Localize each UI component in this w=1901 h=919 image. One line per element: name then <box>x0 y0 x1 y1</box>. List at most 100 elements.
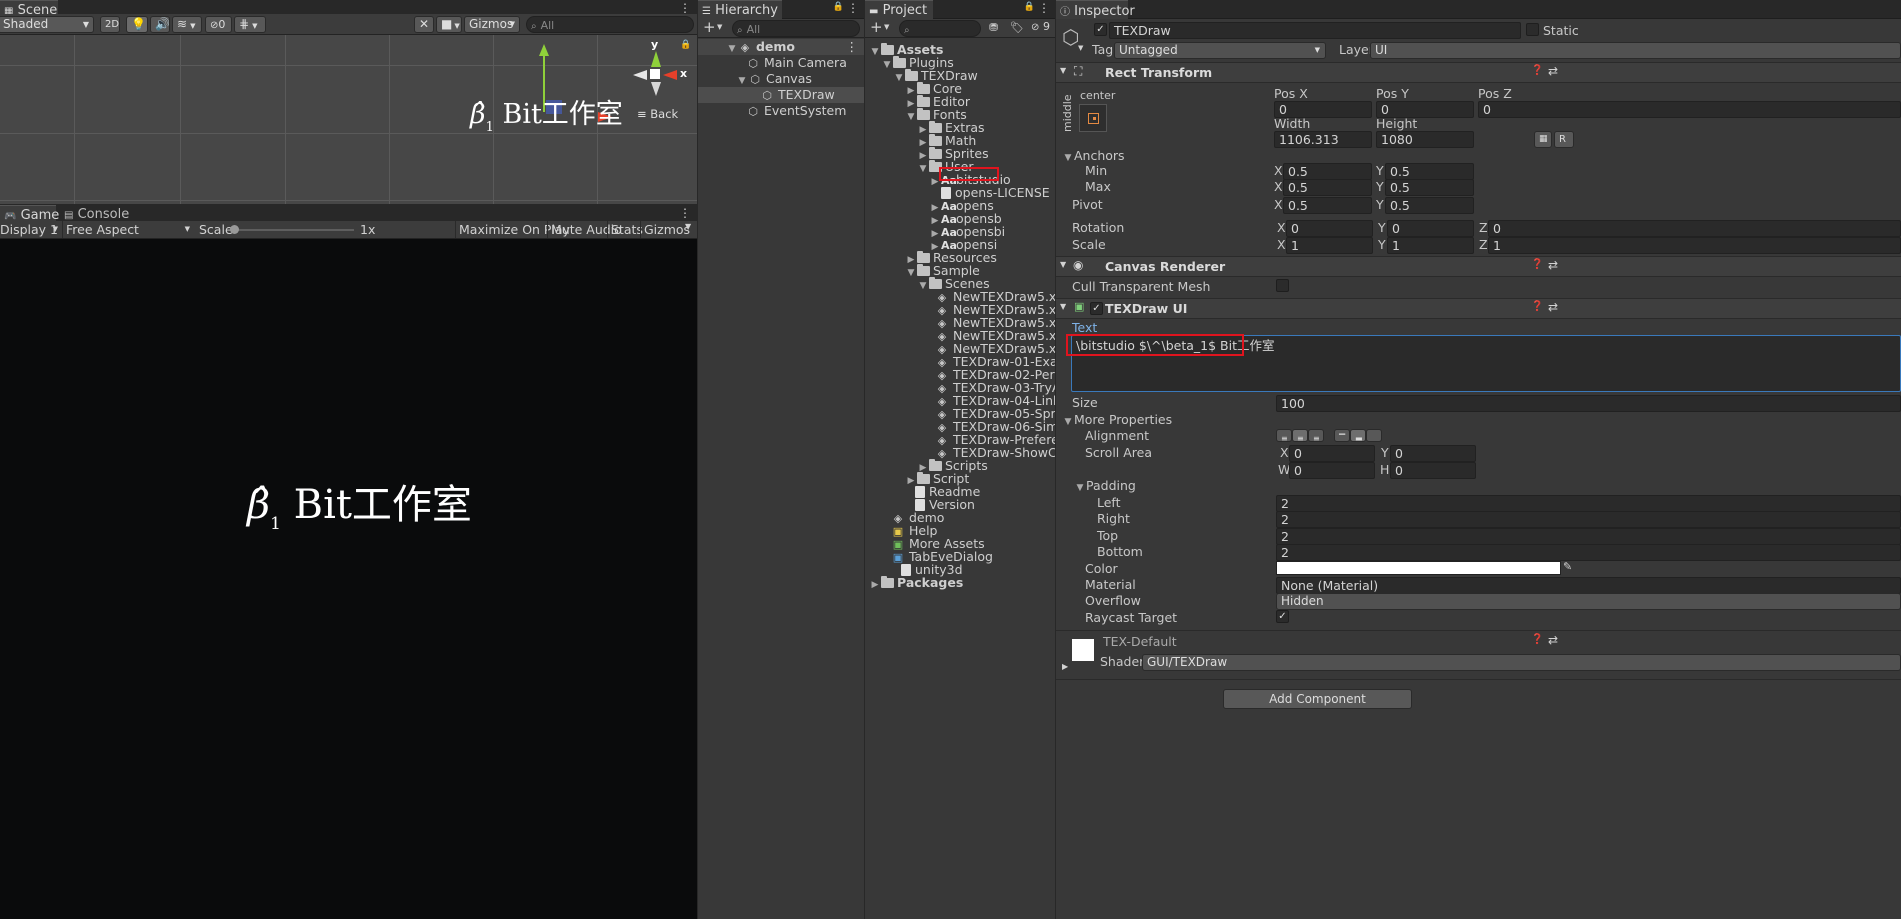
project-search-input[interactable]: ⌕ <box>899 20 981 37</box>
scale-slider-track[interactable] <box>234 229 354 231</box>
expand-arrow-icon[interactable]: ▼ <box>893 70 905 86</box>
raw-edit-button[interactable]: R <box>1554 131 1574 148</box>
align-right-button[interactable]: ≡ <box>1308 429 1324 442</box>
expand-arrow-icon[interactable]: ▼ <box>917 161 929 177</box>
size-input[interactable]: 100 <box>1276 395 1901 412</box>
more-options-icon[interactable]: ⋮ <box>1038 1 1050 15</box>
help-icon[interactable]: ❓ <box>1531 65 1543 76</box>
align-top-button[interactable]: ▔ <box>1334 429 1350 442</box>
pivot-y-input[interactable]: 0.5 <box>1385 197 1474 214</box>
component-enabled-checkbox[interactable]: ✓ <box>1090 302 1103 315</box>
chevron-down-icon[interactable]: ▼ <box>884 23 889 31</box>
help-icon[interactable]: ❓ <box>1531 259 1543 270</box>
cull-transparent-mesh-checkbox[interactable] <box>1276 279 1289 292</box>
chevron-down-icon[interactable]: ▼ <box>685 222 691 231</box>
pivot-x-input[interactable]: 0.5 <box>1283 197 1372 214</box>
scale-z-input[interactable]: 1 <box>1488 237 1901 254</box>
active-checkbox[interactable]: ✓ <box>1094 23 1107 36</box>
hierarchy-item-canvas[interactable]: ▼ ⬡ Canvas <box>736 71 812 87</box>
expand-arrow-icon[interactable]: ▼ <box>917 278 929 294</box>
hierarchy-item-eventsystem[interactable]: ⬡ EventSystem <box>746 103 846 119</box>
color-swatch[interactable] <box>1276 561 1561 575</box>
aspect-dropdown[interactable]: Free Aspect ▼ <box>62 221 192 238</box>
effects-toggle[interactable]: ≋ ▼ <box>172 16 202 33</box>
expand-arrow-icon[interactable]: ▼ <box>1062 414 1074 430</box>
chevron-down-icon[interactable]: ▼ <box>717 23 722 31</box>
scroll-y-input[interactable]: 0 <box>1390 445 1476 462</box>
expand-arrow-icon[interactable]: ▼ <box>1060 66 1066 75</box>
hierarchy-scene-demo[interactable]: ▼ ◈ demo ⋮ <box>698 39 864 55</box>
more-options-icon[interactable]: ⋮ <box>679 1 691 15</box>
preset-icon[interactable]: ⇄ <box>1548 258 1558 272</box>
expand-arrow-icon[interactable]: ▶ <box>869 577 881 593</box>
more-options-icon[interactable]: ⋮ <box>846 39 859 55</box>
anchor-presets-button[interactable] <box>1079 104 1107 132</box>
expand-arrow-icon[interactable]: ▼ <box>881 57 893 73</box>
padding-left-input[interactable]: 2 <box>1276 495 1901 512</box>
anchor-min-y-input[interactable]: 0.5 <box>1385 163 1474 180</box>
blueprint-mode-button[interactable]: ▦ <box>1534 131 1552 148</box>
chevron-down-icon[interactable]: ▼ <box>1078 44 1083 52</box>
anchor-min-x-input[interactable]: 0.5 <box>1283 163 1372 180</box>
scroll-w-input[interactable]: 0 <box>1289 462 1375 479</box>
more-options-icon[interactable]: ⋮ <box>679 206 691 220</box>
raycast-target-checkbox[interactable]: ✓ <box>1276 610 1289 623</box>
static-checkbox[interactable] <box>1526 23 1539 36</box>
audio-toggle[interactable]: 🔊 <box>150 16 170 33</box>
toggle-2d-button[interactable]: 2D <box>100 16 120 33</box>
preset-icon[interactable]: ⇄ <box>1548 300 1558 314</box>
expand-arrow-icon[interactable]: ▼ <box>1060 260 1066 269</box>
layer-dropdown[interactable]: UI <box>1370 42 1901 59</box>
expand-arrow-icon[interactable]: ▼ <box>1060 302 1066 311</box>
expand-arrow-icon[interactable]: ▼ <box>905 265 917 281</box>
align-center-button[interactable]: ≡ <box>1292 429 1308 442</box>
expand-arrow-icon[interactable]: ▼ <box>905 109 917 125</box>
expand-arrow-icon[interactable]: ▶ <box>1062 662 1068 671</box>
add-icon[interactable]: + <box>703 19 716 36</box>
gizmos-dropdown[interactable]: Gizmos ▼ <box>464 16 520 33</box>
texdraw-ui-header[interactable]: ▼ ▣ ✓ TEXDraw UI ❓ ⇄ <box>1056 298 1901 319</box>
lock-icon[interactable]: 🔒 <box>1024 2 1035 12</box>
shading-dropdown[interactable]: Shaded ▼ <box>0 16 94 33</box>
overflow-dropdown[interactable]: Hidden <box>1276 593 1901 610</box>
width-input[interactable]: 1106.313 <box>1274 131 1372 148</box>
move-gizmo-y-arrow[interactable] <box>539 44 549 56</box>
rotation-z-input[interactable]: 0 <box>1488 220 1901 237</box>
preset-icon[interactable]: ⇄ <box>1548 633 1558 647</box>
scale-x-input[interactable]: 1 <box>1286 237 1373 254</box>
height-input[interactable]: 1080 <box>1376 131 1474 148</box>
rotation-x-input[interactable]: 0 <box>1286 220 1373 237</box>
expand-arrow-icon[interactable]: ▼ <box>1062 150 1074 166</box>
preset-icon[interactable]: ⇄ <box>1548 64 1558 78</box>
padding-bottom-input[interactable]: 2 <box>1276 544 1901 561</box>
project-item[interactable]: ▶ Packages <box>869 575 964 593</box>
hierarchy-item-main-camera[interactable]: ⬡ Main Camera <box>746 55 847 71</box>
hidden-packages-icon[interactable]: ⊘ <box>1031 22 1039 33</box>
scene-visibility-toggle[interactable]: ⊘0 <box>205 16 232 33</box>
hierarchy-search-input[interactable]: ⌕ All <box>732 20 860 37</box>
lighting-toggle[interactable]: 💡 <box>126 16 148 33</box>
filter-label-icon[interactable]: 🏷 <box>1010 21 1024 34</box>
tab-inspector[interactable]: ⓘ Inspector <box>1056 0 1135 19</box>
hierarchy-item-texdraw[interactable]: ⬡ TEXDraw <box>698 87 864 103</box>
scale-slider-thumb[interactable] <box>230 225 239 234</box>
scroll-x-input[interactable]: 0 <box>1289 445 1375 462</box>
padding-top-input[interactable]: 2 <box>1276 528 1901 545</box>
align-bottom-button[interactable]: ▁ <box>1366 429 1382 442</box>
scroll-h-input[interactable]: 0 <box>1390 462 1476 479</box>
anchor-max-x-input[interactable]: 0.5 <box>1283 179 1372 196</box>
align-middle-button[interactable]: ▬ <box>1350 429 1366 442</box>
grid-toggle[interactable]: ⋕ ▼ <box>234 16 266 33</box>
eyedropper-icon[interactable]: ✎ <box>1563 560 1572 573</box>
lock-icon[interactable]: 🔒 <box>833 2 844 12</box>
expand-arrow-icon[interactable]: ▼ <box>726 41 738 57</box>
gizmos-button[interactable]: Gizmos <box>640 221 690 238</box>
filter-type-icon[interactable]: ⛃ <box>989 21 998 34</box>
pos-z-input[interactable]: 0 <box>1478 101 1901 118</box>
shader-dropdown[interactable]: GUI/TEXDraw <box>1142 654 1901 671</box>
canvas-renderer-header[interactable]: ▼ ◉ Canvas Renderer ❓ ⇄ <box>1056 256 1901 277</box>
more-options-icon[interactable]: ⋮ <box>847 1 859 15</box>
camera-dropdown[interactable]: ■ ▼ <box>436 16 462 33</box>
anchor-max-y-input[interactable]: 0.5 <box>1385 179 1474 196</box>
rect-transform-header[interactable]: ▼ ⛶ Rect Transform ❓ ⇄ <box>1056 62 1901 83</box>
